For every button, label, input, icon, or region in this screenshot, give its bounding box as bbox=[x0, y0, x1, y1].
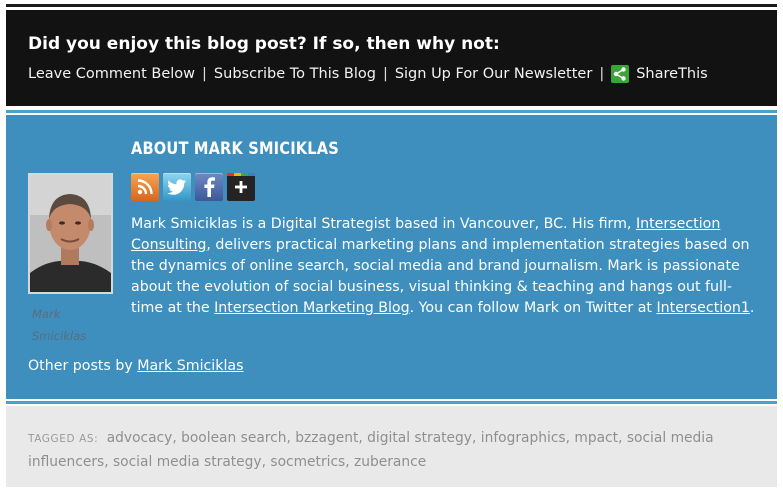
tag-link[interactable]: bzzagent bbox=[295, 430, 358, 446]
author-bio: Mark Smiciklas is a Digital Strategist b… bbox=[131, 214, 761, 319]
leave-comment-link[interactable]: Leave Comment Below bbox=[28, 66, 195, 82]
tag-link[interactable]: advocacy bbox=[107, 430, 173, 446]
google-plus-icon[interactable] bbox=[227, 173, 255, 201]
cta-title: Did you enjoy this blog post? If so, the… bbox=[28, 34, 500, 54]
sharethis-link[interactable]: ShareThis bbox=[636, 66, 707, 82]
tags-label: TAGGED AS: bbox=[28, 433, 99, 445]
separator: | bbox=[202, 66, 207, 82]
tag-link[interactable]: infographics bbox=[481, 430, 566, 446]
separator: | bbox=[382, 66, 388, 82]
author-caption-last: Smiciklas bbox=[32, 329, 87, 343]
bio-text: . bbox=[749, 300, 755, 316]
newsletter-link[interactable]: Sign Up For Our Newsletter bbox=[395, 66, 593, 82]
top-divider bbox=[6, 4, 777, 7]
tag-link[interactable]: boolean search bbox=[181, 430, 286, 446]
other-posts-label: Other posts by bbox=[28, 358, 138, 374]
google-color-strip bbox=[227, 173, 255, 176]
tags-divider bbox=[6, 401, 777, 404]
tag-link[interactable]: zuberance bbox=[354, 454, 426, 470]
other-posts: Other posts by Mark Smiciklas bbox=[28, 358, 244, 374]
tags-list: TAGGED AS: advocacy, boolean search, bzz… bbox=[28, 430, 714, 470]
facebook-icon[interactable] bbox=[195, 173, 223, 201]
tags-box: TAGGED AS: advocacy, boolean search, bzz… bbox=[6, 406, 777, 487]
rss-icon[interactable] bbox=[131, 173, 159, 201]
intersection-marketing-blog-link[interactable]: Intersection Marketing Blog bbox=[214, 300, 410, 316]
cta-bar: Did you enjoy this blog post? If so, the… bbox=[6, 10, 777, 106]
twitter-handle-link[interactable]: Intersection1 bbox=[656, 300, 749, 316]
cta-links: Leave Comment Below | Subscribe To This … bbox=[28, 65, 708, 83]
about-title: ABOUT MARK SMICIKLAS bbox=[131, 139, 339, 159]
author-caption: Mark Smiciklas bbox=[32, 303, 112, 347]
avatar bbox=[28, 173, 113, 294]
tag-link[interactable]: socmetrics bbox=[270, 454, 345, 470]
author-photo bbox=[30, 175, 111, 292]
separator: | bbox=[599, 66, 605, 82]
tag-link[interactable]: digital strategy bbox=[367, 430, 472, 446]
about-author-box: ABOUT MARK SMICIKLAS Mark Smiciklas Mark… bbox=[6, 115, 777, 399]
other-posts-link[interactable]: Mark Smiciklas bbox=[137, 358, 243, 374]
share-icon[interactable] bbox=[611, 65, 630, 83]
social-icons bbox=[131, 173, 255, 201]
tag-link[interactable]: mpact bbox=[574, 430, 618, 446]
author-caption-first: Mark bbox=[32, 307, 61, 321]
subscribe-link[interactable]: Subscribe To This Blog bbox=[214, 66, 376, 82]
twitter-icon[interactable] bbox=[163, 173, 191, 201]
bio-text: Mark Smiciklas is a Digital Strategist b… bbox=[131, 216, 636, 232]
tag-link[interactable]: social media strategy bbox=[113, 454, 262, 470]
bio-text: . You can follow Mark on Twitter at bbox=[409, 300, 657, 316]
about-divider bbox=[6, 110, 777, 113]
